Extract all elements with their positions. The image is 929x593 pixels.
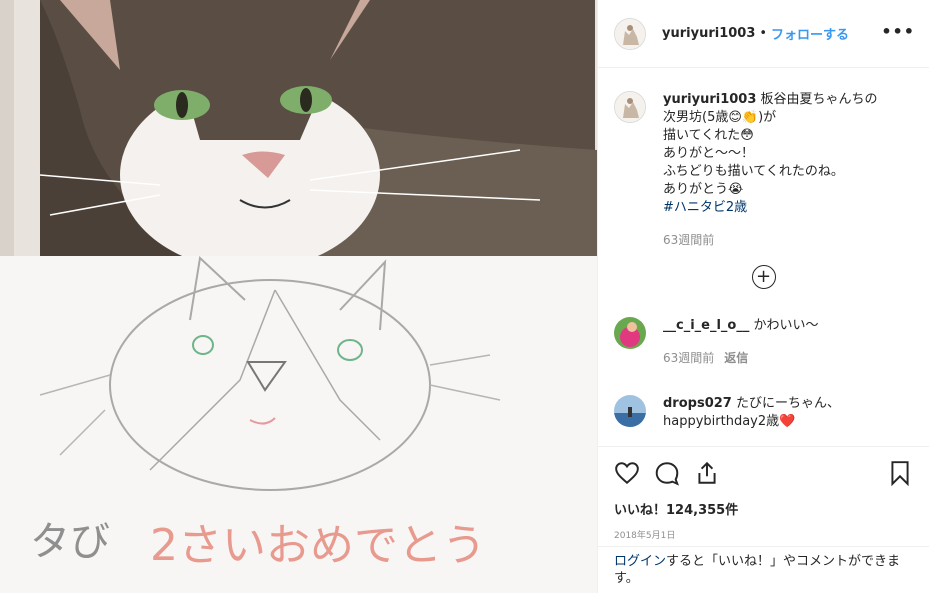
comment-text: かわいい〜 bbox=[753, 318, 819, 333]
follow-button[interactable]: フォローする bbox=[771, 24, 849, 43]
action-icons bbox=[614, 447, 913, 499]
post-header: yuriyuri1003 • フォローする ••• bbox=[598, 0, 929, 68]
comments-list[interactable]: yuriyuri1003 板谷由夏ちゃんちの 次男坊(5歳😊👏)が 描いてくれた… bbox=[598, 69, 929, 446]
comment-username[interactable]: __c_i_e_l_o__ bbox=[663, 318, 749, 333]
comment-text: happybirthday2歳❤️ bbox=[663, 414, 796, 429]
caption-timestamp[interactable]: 63週間前 bbox=[663, 231, 878, 249]
avatar-icon bbox=[614, 395, 646, 427]
caption-username[interactable]: yuriyuri1003 bbox=[663, 92, 756, 107]
heart-icon[interactable] bbox=[614, 460, 640, 486]
instagram-post: タび 2さいおめでとう yuriyuri1003 • フォローする ••• yu… bbox=[0, 0, 929, 593]
reply-button[interactable]: 返信 bbox=[724, 351, 748, 365]
login-prompt: ログインすると「いいね！」やコメントができます。 bbox=[598, 546, 929, 593]
load-more-comments-icon[interactable]: + bbox=[751, 265, 776, 289]
caption-avatar[interactable] bbox=[614, 91, 646, 123]
login-link[interactable]: ログイン bbox=[614, 554, 666, 569]
caption-line: 描いてくれた😳 bbox=[663, 128, 754, 143]
comment-username[interactable]: drops027 bbox=[663, 396, 732, 411]
share-icon[interactable] bbox=[694, 460, 720, 486]
comment-timestamp[interactable]: 63週間前 bbox=[663, 351, 714, 365]
comment-text: たびにーちゃん、 bbox=[735, 396, 840, 411]
post-image[interactable]: タび 2さいおめでとう bbox=[0, 0, 597, 593]
post-date[interactable]: 2018年5月1日 bbox=[614, 528, 913, 541]
caption-line: 次男坊(5歳😊👏)が bbox=[663, 110, 777, 125]
comment-body: drops027 たびにーちゃん、 happybirthday2歳❤️ bbox=[663, 395, 840, 431]
comment-meta: 63週間前 返信 bbox=[663, 349, 819, 367]
header-username[interactable]: yuriyuri1003 bbox=[662, 26, 755, 41]
caption-body: yuriyuri1003 板谷由夏ちゃんちの 次男坊(5歳😊👏)が 描いてくれた… bbox=[663, 91, 878, 249]
header-separator: • bbox=[759, 26, 768, 41]
likes-count[interactable]: いいね！124,355件 bbox=[614, 499, 913, 518]
hashtag-link[interactable]: #ハニタビ2歳 bbox=[663, 199, 878, 217]
avatar-icon bbox=[614, 317, 646, 349]
comment-body: __c_i_e_l_o__ かわいい〜 63週間前 返信 bbox=[663, 317, 819, 367]
caption: yuriyuri1003 板谷由夏ちゃんちの 次男坊(5歳😊👏)が 描いてくれた… bbox=[614, 69, 913, 249]
avatar[interactable] bbox=[614, 17, 646, 50]
avatar-icon bbox=[615, 92, 645, 122]
caption-line: ありがと〜〜！ bbox=[663, 146, 755, 161]
bookmark-icon[interactable] bbox=[887, 460, 913, 486]
comment-item: drops027 たびにーちゃん、 happybirthday2歳❤️ bbox=[614, 395, 913, 431]
post-photo: タび 2さいおめでとう bbox=[0, 0, 597, 593]
drawing-text-black: タび bbox=[30, 519, 110, 565]
drawing-text-red: 2さいおめでとう bbox=[150, 520, 486, 571]
post-actions: いいね！124,355件 2018年5月1日 bbox=[598, 446, 929, 546]
post-side-panel: yuriyuri1003 • フォローする ••• yuriyuri1003 板… bbox=[597, 0, 929, 593]
comment-icon[interactable] bbox=[654, 460, 680, 486]
caption-line: ありがとう😭 bbox=[663, 182, 744, 197]
comment-avatar[interactable] bbox=[614, 317, 646, 349]
caption-line: 板谷由夏ちゃんちの bbox=[760, 92, 878, 107]
more-options-icon[interactable]: ••• bbox=[881, 22, 915, 41]
avatar-icon bbox=[615, 18, 645, 49]
comment-avatar[interactable] bbox=[614, 395, 646, 427]
comment-item: __c_i_e_l_o__ かわいい〜 63週間前 返信 bbox=[614, 317, 913, 367]
caption-line: ふちどりも描いてくれたのね。 bbox=[663, 164, 844, 179]
